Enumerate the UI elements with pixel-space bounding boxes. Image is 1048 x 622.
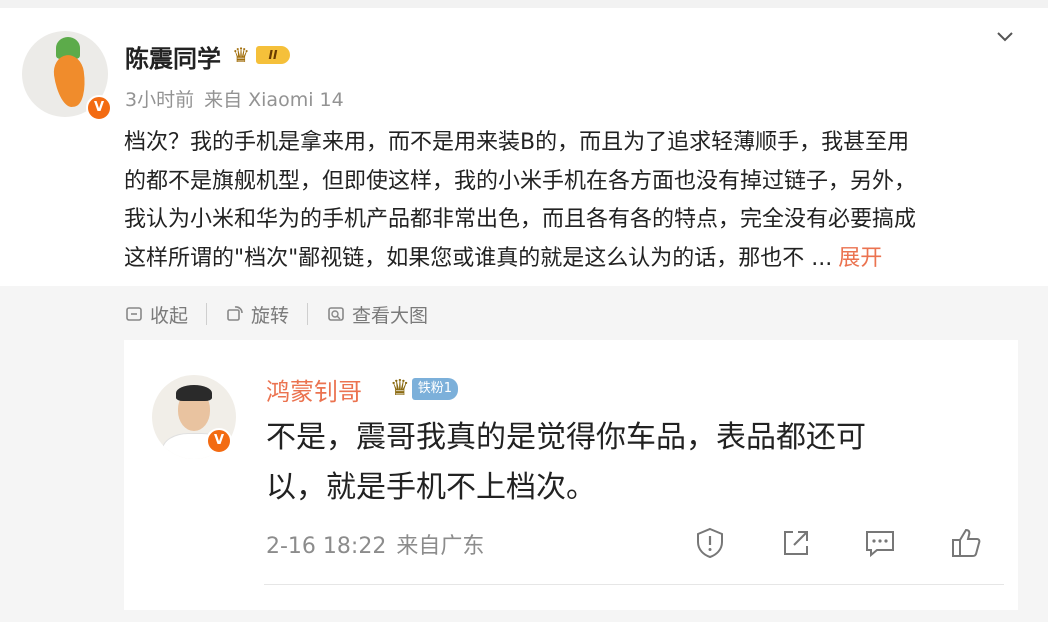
post-source[interactable]: 来自 Xiaomi 14 (204, 89, 344, 111)
shield-alert-icon[interactable] (693, 526, 727, 560)
toolbar-divider (307, 303, 309, 325)
comment-icon[interactable] (863, 526, 897, 560)
post-text-line: 这样所谓的"档次"鄙视链，如果您或谁真的就是这么认为的话，那也不 ... (124, 245, 833, 271)
expand-link[interactable]: 展开 (838, 246, 882, 271)
top-separator (0, 0, 1048, 8)
view-large-button[interactable]: 查看大图 (326, 301, 428, 328)
comment-date: 2-16 18:22 (266, 534, 387, 559)
level-label: II (256, 46, 290, 64)
crown-icon: ♛ (390, 376, 410, 401)
commenter-name[interactable]: 鸿蒙钊哥 (266, 372, 362, 407)
collapse-button[interactable]: 收起 (124, 301, 188, 328)
verified-badge-icon: V (206, 428, 232, 454)
avatar-hair-shape (176, 385, 212, 401)
post-time: 3小时前 (125, 89, 195, 111)
view-large-icon (328, 307, 344, 321)
post-text-line: 档次？我的手机是拿来用，而不是用来装B的，而且为了追求轻薄顺手，我甚至用 (124, 130, 910, 155)
comment-location: 来自广东 (396, 534, 485, 559)
rotate-button[interactable]: 旋转 (225, 301, 289, 328)
fan-badge-label: 铁粉1 (411, 378, 459, 400)
toolbar-divider (206, 303, 208, 325)
rotate-icon (227, 306, 243, 321)
post-text-line: 我认为小米和华为的手机产品都非常出色，而且各有各的特点，完全没有必要搞成 (124, 207, 917, 232)
post-body: 档次？我的手机是拿来用，而不是用来装B的，而且为了追求轻薄顺手，我甚至用 的都不… (124, 124, 1024, 278)
comment-actions (693, 526, 993, 562)
collapse-icon (126, 307, 142, 321)
image-toolbar: 收起 旋转 查看大图 (124, 298, 428, 330)
crown-icon: ♛ (232, 43, 250, 67)
comment-text-line: 不是，震哥我真的是觉得你车品，表品都还可 (266, 420, 866, 455)
comment-meta: 2-16 18:22 来自广东 (266, 528, 484, 560)
post-text-line: 的都不是旗舰机型，但即使这样，我的小米手机在各方面也没有掉过链子，另外， (124, 168, 917, 194)
fan-badge[interactable]: ♛ 铁粉1 (390, 375, 459, 403)
post-author-name[interactable]: 陈震同学 (125, 39, 221, 74)
chevron-down-icon[interactable] (996, 28, 1014, 46)
thumbs-up-icon[interactable] (949, 526, 983, 560)
comment-text-line: 以，就是手机不上档次。 (266, 470, 596, 505)
comment-body: 不是，震哥我真的是觉得你车品，表品都还可 以，就是手机不上档次。 (266, 413, 966, 513)
post-text-line-last: 这样所谓的"档次"鄙视链，如果您或谁真的就是这么认为的话，那也不 ... 展开 (124, 240, 1024, 279)
collapse-label: 收起 (150, 304, 189, 327)
comment-divider (264, 584, 1004, 585)
post-meta: 3小时前 来自 Xiaomi 14 (125, 85, 344, 112)
verified-badge-icon: V (86, 95, 112, 121)
member-level-badge[interactable]: ♛ II (232, 43, 292, 67)
avatar-carrot-shape (51, 53, 89, 109)
share-icon[interactable] (779, 526, 813, 560)
view-large-label: 查看大图 (352, 304, 429, 327)
rotate-label: 旋转 (251, 304, 290, 327)
